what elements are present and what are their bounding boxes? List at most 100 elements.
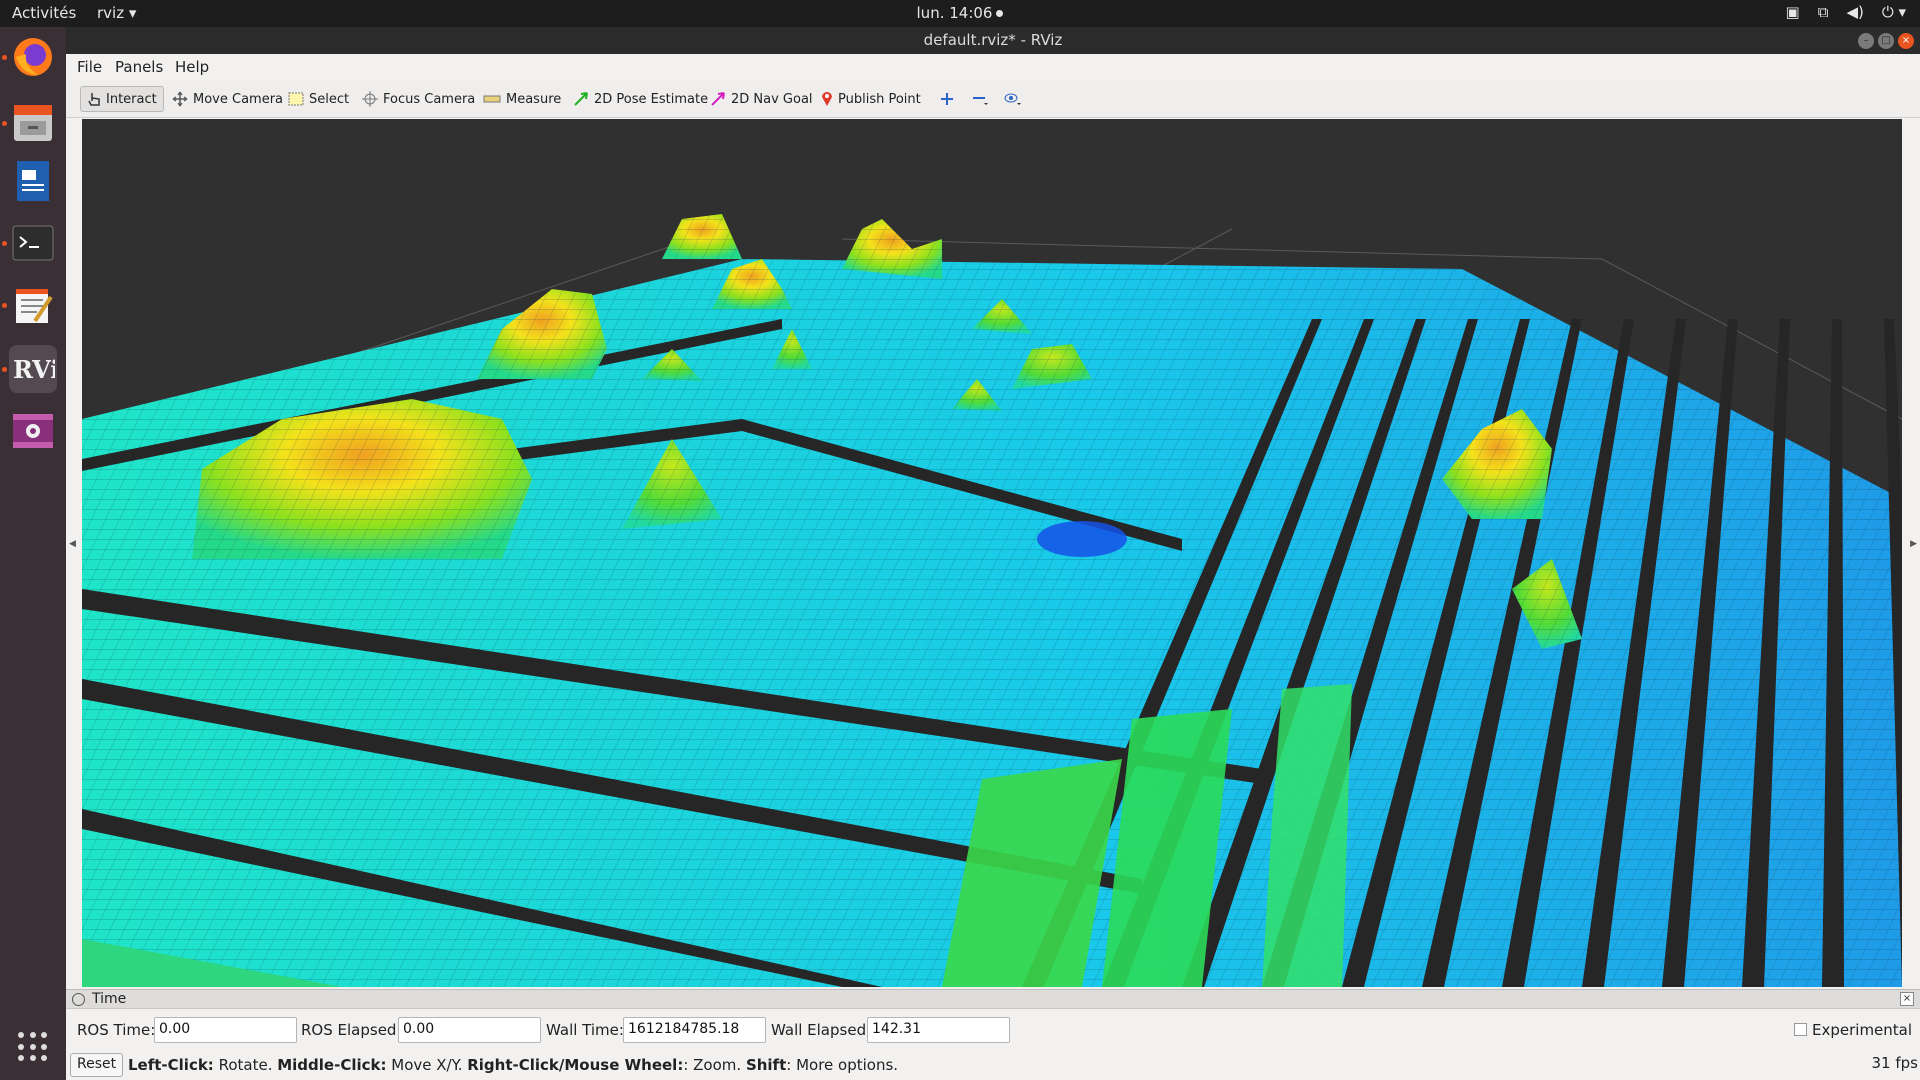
rviz-launcher[interactable]: RViz <box>9 345 57 393</box>
ros-time-label: ROS Time: <box>77 1021 156 1039</box>
move-arrows-icon <box>172 91 188 107</box>
select-box-icon <box>288 92 304 106</box>
grid-line <box>841 238 1603 260</box>
plus-icon <box>941 93 953 105</box>
green-arrow-icon <box>574 92 588 106</box>
video-recorder-launcher[interactable] <box>9 407 57 455</box>
text-editor-launcher[interactable] <box>9 281 57 329</box>
menu-help[interactable]: Help <box>175 58 209 76</box>
tool-properties-button[interactable] <box>998 86 1028 112</box>
tool-bar: Interact Move Camera Select Focus Camera… <box>66 80 1920 118</box>
peak-mesh <box>842 219 942 279</box>
move-camera-label: Move Camera <box>193 91 284 107</box>
time-panel-title: Time <box>92 991 127 1007</box>
focus-camera-label: Focus Camera <box>383 91 476 107</box>
file-cabinet-icon <box>14 105 52 141</box>
svg-text:RViz: RViz <box>13 355 55 384</box>
menu-panels[interactable]: Panels <box>115 58 163 76</box>
pose-estimate-label: 2D Pose Estimate <box>594 91 709 107</box>
elevation-map-render <box>82 214 1902 987</box>
wall-elapsed-field[interactable]: 142.31 <box>867 1017 1010 1043</box>
close-button[interactable]: × <box>1898 33 1914 49</box>
select-label: Select <box>309 91 350 107</box>
eye-icon <box>1004 93 1021 105</box>
ros-elapsed-field[interactable]: 0.00 <box>398 1017 541 1043</box>
experimental-checkbox[interactable] <box>1794 1023 1807 1036</box>
crosshair-icon <box>362 91 378 107</box>
map-pin-icon <box>822 92 832 106</box>
mouse-hint: Left-Click: Rotate. Middle-Click: Move X… <box>128 1056 898 1074</box>
minimize-button[interactable]: – <box>1858 33 1874 49</box>
running-indicator <box>2 121 7 126</box>
ros-time-field[interactable]: 0.00 <box>154 1017 297 1043</box>
terminal-launcher[interactable] <box>9 219 57 267</box>
running-indicator <box>2 367 7 372</box>
time-fields-row: ROS Time: 0.00 ROS Elapsed: 0.00 Wall Ti… <box>66 1016 1920 1044</box>
interact-tool[interactable]: Interact <box>80 86 164 112</box>
window-title: default.rviz* - RViz <box>923 31 1063 49</box>
menu-file[interactable]: File <box>77 58 102 76</box>
peak-mesh <box>662 214 742 259</box>
writer-launcher[interactable] <box>9 157 57 205</box>
terminal-icon <box>12 225 54 261</box>
system-top-bar: Activités rviz ▾ lun. 14:06 ▣ ⧉ ◀) ⏻ ▾ <box>0 0 1920 27</box>
pose-estimate-tool[interactable]: 2D Pose Estimate <box>567 86 714 112</box>
fps-counter: 31 fps <box>1871 1054 1918 1072</box>
publish-point-label: Publish Point <box>838 91 921 107</box>
hint-middle-click-desc: Move X/Y. <box>386 1056 468 1074</box>
add-tool-button[interactable] <box>934 86 960 112</box>
hint-shift: Shift <box>745 1056 787 1074</box>
reset-button[interactable]: Reset <box>70 1053 124 1077</box>
time-panel: Time × ROS Time: 0.00 ROS Elapsed: 0.00 … <box>66 989 1920 1080</box>
ruler-icon <box>483 95 501 103</box>
network-icon: ⧉ <box>1817 3 1829 21</box>
notification-dot <box>996 10 1004 17</box>
running-indicator <box>2 241 7 246</box>
volume-icon: ◀) <box>1846 3 1864 21</box>
experimental-label: Experimental <box>1812 1021 1913 1039</box>
menu-bar: File Panels Help <box>66 54 1920 80</box>
wall-time-field[interactable]: 1612184785.18 <box>623 1017 766 1043</box>
move-camera-tool[interactable]: Move Camera <box>166 86 289 112</box>
window-titlebar: default.rviz* - RViz – □ × <box>66 27 1920 54</box>
system-tray[interactable]: ▣ ⧉ ◀) ⏻ ▾ <box>1786 3 1906 21</box>
show-applications-icon[interactable] <box>18 1032 48 1062</box>
film-icon <box>13 414 53 448</box>
focus-camera-tool[interactable]: Focus Camera <box>356 86 481 112</box>
minus-icon <box>973 97 988 105</box>
render-viewport[interactable] <box>82 119 1902 987</box>
close-panel-button[interactable]: × <box>1900 992 1914 1006</box>
clock-icon <box>72 993 85 1006</box>
ros-elapsed-label: ROS Elapsed: <box>301 1021 402 1039</box>
collapse-right-dock-arrow[interactable]: ▶ <box>1910 539 1917 549</box>
select-tool[interactable]: Select <box>282 86 355 112</box>
measure-label: Measure <box>506 91 562 107</box>
running-indicator <box>2 55 7 60</box>
hint-left-click-desc: Rotate. <box>213 1056 278 1074</box>
files-launcher[interactable] <box>9 99 57 147</box>
rviz-window: default.rviz* - RViz – □ × File Panels H… <box>66 27 1920 1080</box>
running-indicator <box>2 303 7 308</box>
dock: RViz <box>0 27 66 1080</box>
nav-goal-tool[interactable]: 2D Nav Goal <box>704 86 819 112</box>
clock[interactable]: lun. 14:06 <box>0 4 1920 22</box>
maximize-button[interactable]: □ <box>1878 33 1894 49</box>
magenta-arrow-icon <box>711 92 725 106</box>
terrain-depression <box>1037 521 1127 557</box>
remove-tool-button[interactable] <box>966 86 994 112</box>
measure-tool[interactable]: Measure <box>477 86 567 112</box>
document-icon <box>17 161 49 201</box>
hint-middle-click: Middle-Click: <box>277 1056 387 1074</box>
interact-label: Interact <box>106 91 157 107</box>
firefox-launcher[interactable] <box>9 33 57 81</box>
wall-time-label: Wall Time: <box>546 1021 624 1039</box>
collapse-left-dock-arrow[interactable]: ◀ <box>69 539 76 549</box>
nav-goal-label: 2D Nav Goal <box>731 91 813 107</box>
power-icon: ⏻ ▾ <box>1881 3 1906 21</box>
publish-point-tool[interactable]: Publish Point <box>815 86 927 112</box>
camera-icon: ▣ <box>1785 3 1800 21</box>
hand-pointer-icon <box>88 93 100 106</box>
clock-label: lun. 14:06 <box>916 4 993 22</box>
text-editor-icon <box>16 289 53 323</box>
status-bar: Reset Left-Click: Rotate. Middle-Click: … <box>66 1051 1920 1079</box>
